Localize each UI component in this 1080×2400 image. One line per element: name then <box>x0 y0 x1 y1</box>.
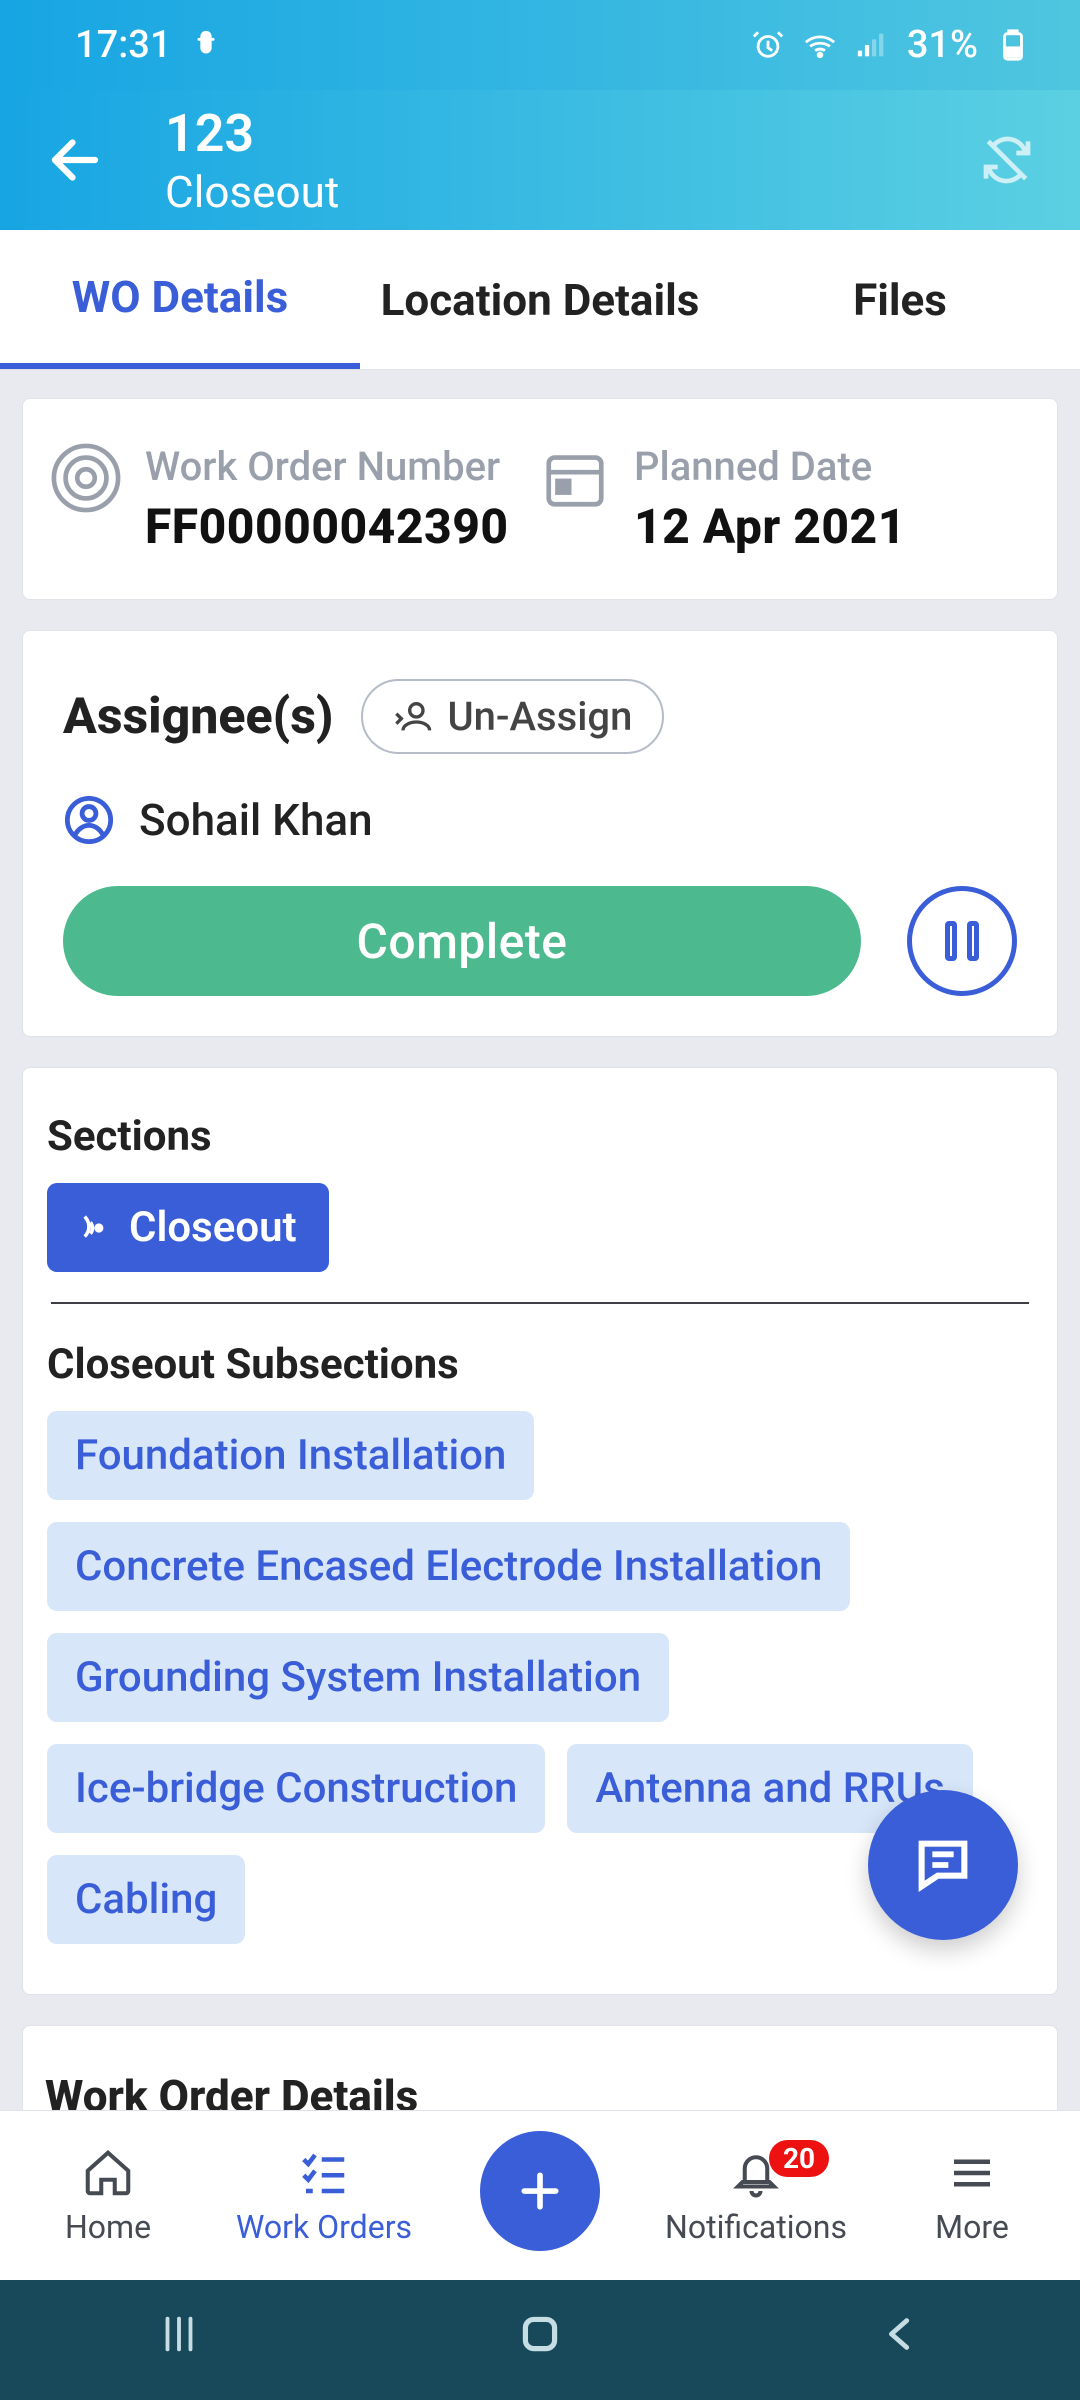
assignee-user-icon <box>63 794 115 846</box>
workorder-icon <box>51 443 121 513</box>
status-time: 17:31 <box>75 23 171 67</box>
appbar-subtitle: Closeout <box>165 166 979 218</box>
nav-notifications[interactable]: 20 Notifications <box>648 2146 864 2246</box>
subsection-chip[interactable]: Concrete Encased Electrode Installation <box>47 1522 850 1611</box>
back-arrow-icon[interactable] <box>45 130 105 190</box>
subsections-heading: Closeout Subsections <box>47 1340 1039 1389</box>
nav-work-orders-label: Work Orders <box>236 2208 412 2246</box>
bottom-navigation: Home Work Orders 20 Notifications More <box>0 2110 1080 2280</box>
wo-number-value: FF00000042390 <box>145 498 509 555</box>
signal-icon <box>855 28 889 62</box>
subsection-chip[interactable]: Grounding System Installation <box>47 1633 669 1722</box>
sys-recent-button[interactable] <box>156 2311 202 2370</box>
wo-summary-card: Work Order Number FF00000042390 Planned … <box>22 398 1058 600</box>
assignee-card: Assignee(s) Un-Assign Sohail Khan Comple… <box>22 630 1058 1037</box>
appbar: 123 Closeout <box>0 90 1080 230</box>
subsection-chip[interactable]: Ice-bridge Construction <box>47 1744 545 1833</box>
complete-label: Complete <box>357 913 568 970</box>
tab-files[interactable]: Files <box>720 230 1080 369</box>
appbar-title: 123 <box>165 103 979 164</box>
pause-button[interactable] <box>907 886 1017 996</box>
broadcast-icon <box>79 1211 113 1245</box>
nav-home[interactable]: Home <box>0 2146 216 2246</box>
battery-icon <box>996 28 1030 62</box>
calendar-icon <box>540 443 610 513</box>
alarm-icon <box>751 28 785 62</box>
unassign-button[interactable]: Un-Assign <box>361 679 664 754</box>
pause-icon <box>945 921 979 961</box>
tabs: WO Details Location Details Files <box>0 230 1080 370</box>
sys-back-button[interactable] <box>878 2311 924 2370</box>
battery-percent: 31% <box>907 23 978 67</box>
statusbar: 17:31 31% <box>0 0 1080 90</box>
tab-location-details[interactable]: Location Details <box>360 230 720 369</box>
chat-icon <box>911 1833 975 1897</box>
sys-home-button[interactable] <box>515 2309 565 2372</box>
chat-fab[interactable] <box>868 1790 1018 1940</box>
unassign-label: Un-Assign <box>447 693 632 740</box>
work-orders-icon <box>297 2146 351 2200</box>
wifi-icon <box>803 28 837 62</box>
sections-divider <box>51 1302 1029 1304</box>
planned-date-label: Planned Date <box>634 443 906 490</box>
subsection-chip[interactable]: Cabling <box>47 1855 245 1944</box>
assignee-name: Sohail Khan <box>139 794 373 846</box>
nav-work-orders[interactable]: Work Orders <box>216 2146 432 2246</box>
tab-wo-details[interactable]: WO Details <box>0 230 360 369</box>
unassign-icon <box>393 697 433 737</box>
android-system-nav <box>0 2280 1080 2400</box>
home-icon <box>81 2146 135 2200</box>
notifications-badge: 20 <box>769 2140 829 2177</box>
nav-more[interactable]: More <box>864 2146 1080 2246</box>
nav-home-label: Home <box>65 2208 151 2246</box>
nav-more-label: More <box>935 2208 1009 2246</box>
sync-disabled-icon[interactable] <box>979 132 1035 188</box>
nav-add[interactable] <box>432 2141 648 2251</box>
section-chip-closeout[interactable]: Closeout <box>47 1183 329 1272</box>
planned-date-value: 12 Apr 2021 <box>634 498 906 555</box>
complete-button[interactable]: Complete <box>63 886 861 996</box>
nav-notifications-label: Notifications <box>665 2208 847 2246</box>
plus-icon <box>513 2164 567 2218</box>
menu-icon <box>945 2146 999 2200</box>
sections-heading: Sections <box>47 1112 1039 1161</box>
section-chip-closeout-label: Closeout <box>129 1203 297 1252</box>
assignee-heading: Assignee(s) <box>63 688 333 746</box>
wo-number-label: Work Order Number <box>145 443 509 490</box>
status-notification-icon <box>189 28 223 62</box>
subsection-chip[interactable]: Foundation Installation <box>47 1411 534 1500</box>
